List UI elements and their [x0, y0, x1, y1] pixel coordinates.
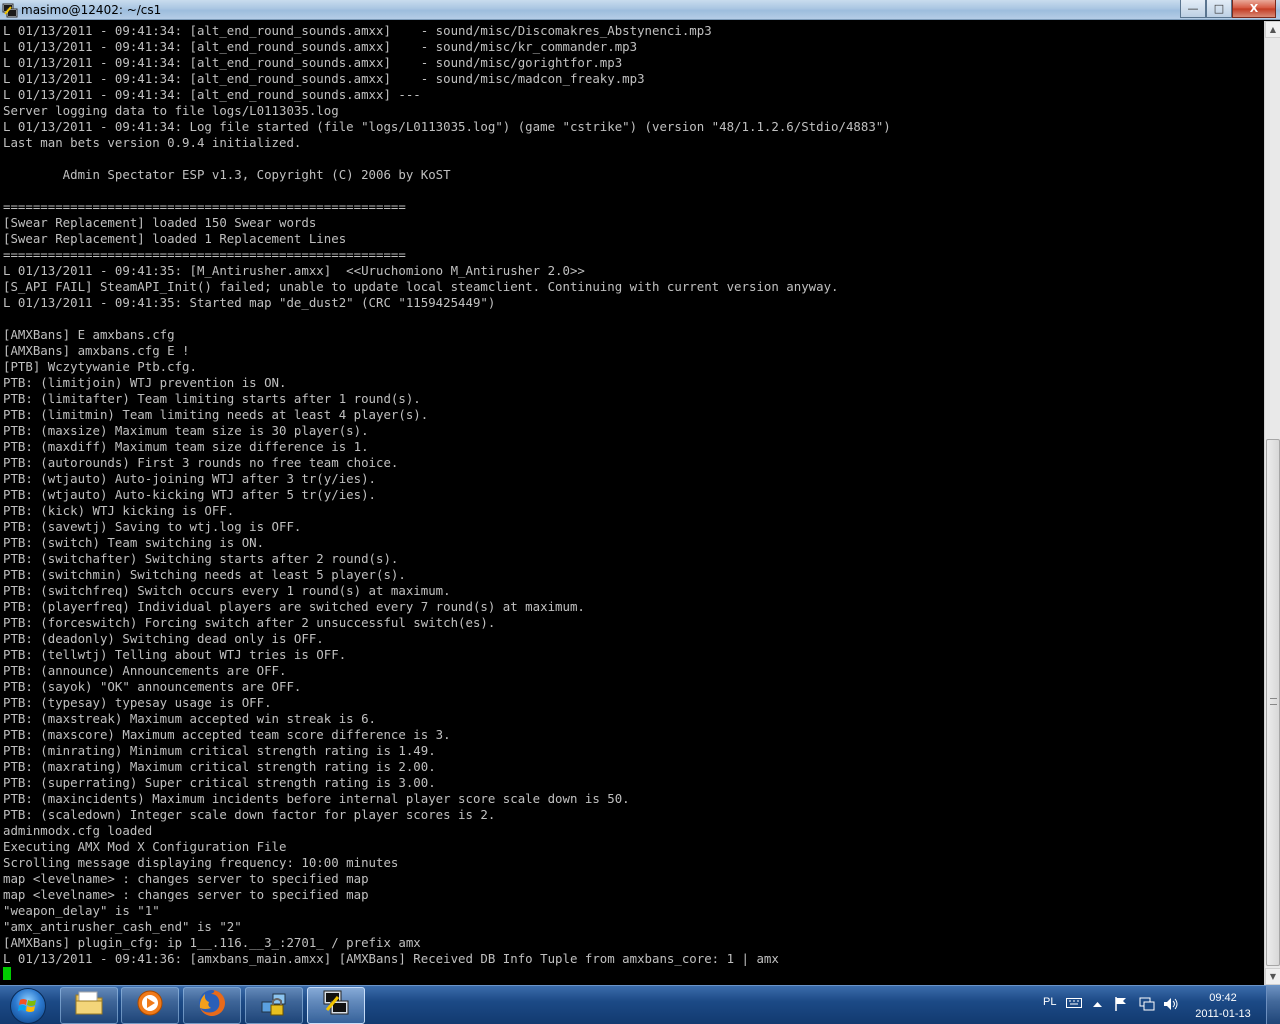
terminal-line: "weapon_delay" is "1"	[3, 903, 160, 918]
terminal-line: PTB: (savewtj) Saving to wtj.log is OFF.	[3, 519, 302, 534]
start-button[interactable]	[2, 987, 54, 1024]
terminal-line: PTB: (deadonly) Switching dead only is O…	[3, 631, 324, 646]
terminal-line: Executing AMX Mod X Configuration File	[3, 839, 287, 854]
scroll-down-arrow-icon[interactable]: ▼	[1265, 968, 1280, 985]
terminal-line: Server logging data to file logs/L011303…	[3, 103, 339, 118]
close-button[interactable]: X	[1232, 0, 1276, 18]
keyboard-icon[interactable]	[1066, 997, 1082, 1012]
terminal-line: L 01/13/2011 - 09:41:34: [alt_end_round_…	[3, 23, 712, 38]
terminal-line: "amx_antirusher_cash_end" is "2"	[3, 919, 242, 934]
terminal-line: L 01/13/2011 - 09:41:34: Log file starte…	[3, 119, 891, 134]
volume-icon[interactable]	[1163, 996, 1179, 1015]
taskbar-media-player-button[interactable]	[121, 987, 179, 1024]
clock-time: 09:42	[1209, 992, 1237, 1004]
scrollbar-thumb[interactable]	[1266, 439, 1280, 966]
terminal-line: Scrolling message displaying frequency: …	[3, 855, 399, 870]
terminal-line: PTB: (autorounds) First 3 rounds no free…	[3, 455, 399, 470]
terminal-line: ========================================…	[3, 199, 406, 214]
terminal-line: [S_API FAIL] SteamAPI_Init() failed; una…	[3, 279, 839, 294]
terminal-line: adminmodx.cfg loaded	[3, 823, 153, 838]
taskbar: PL 09:42 2011-01-13	[0, 985, 1280, 1024]
putty-icon[interactable]	[2, 2, 18, 18]
terminal-line: [PTB] Wczytywanie Ptb.cfg.	[3, 359, 197, 374]
maximize-button[interactable]: □	[1206, 0, 1232, 18]
terminal-line: PTB: (typesay) typesay usage is OFF.	[3, 695, 272, 710]
terminal-line: L 01/13/2011 - 09:41:34: [alt_end_round_…	[3, 71, 645, 86]
terminal-line: L 01/13/2011 - 09:41:35: Started map "de…	[3, 295, 496, 310]
terminal-line: [Swear Replacement] loaded 1 Replacement…	[3, 231, 347, 246]
terminal-line: map <levelname> : changes server to spec…	[3, 887, 369, 902]
terminal-line: PTB: (switchafter) Switching starts afte…	[3, 551, 399, 566]
window-title-bar[interactable]: masimo@12402: ~/cs1 — □ X	[0, 0, 1280, 20]
terminal-line: PTB: (maxrating) Maximum critical streng…	[3, 759, 436, 774]
show-desktop-button[interactable]	[1266, 986, 1280, 1024]
terminal-line: [AMXBans] plugin_cfg: ip 1__.116.__3_:27…	[3, 935, 421, 950]
clock-date: 2011-01-13	[1195, 1008, 1251, 1020]
minimize-button[interactable]: —	[1180, 0, 1206, 18]
terminal-line: ========================================…	[3, 247, 406, 262]
system-clock[interactable]: 09:42 2011-01-13	[1188, 990, 1258, 1022]
terminal-line: PTB: (minrating) Minimum critical streng…	[3, 743, 436, 758]
terminal-line: PTB: (tellwtj) Telling about WTJ tries i…	[3, 647, 347, 662]
terminal-line: PTB: (maxscore) Maximum accepted team sc…	[3, 727, 451, 742]
window-controls: — □ X	[1180, 0, 1276, 18]
media-player-icon	[136, 989, 164, 1022]
terminal-line: L 01/13/2011 - 09:41:34: [alt_end_round_…	[3, 55, 623, 70]
terminal-line: [AMXBans] E amxbans.cfg	[3, 327, 175, 342]
terminal-line: PTB: (limitjoin) WTJ prevention is ON.	[3, 375, 287, 390]
terminal-cursor	[3, 967, 11, 980]
terminal-line: PTB: (announce) Announcements are OFF.	[3, 663, 287, 678]
terminal-line: PTB: (limitmin) Team limiting needs at l…	[3, 407, 429, 422]
terminal-line: PTB: (maxstreak) Maximum accepted win st…	[3, 711, 376, 726]
taskbar-network-tool-button[interactable]	[245, 987, 303, 1024]
terminal-line: L 01/13/2011 - 09:41:36: [amxbans_main.a…	[3, 951, 779, 966]
terminal-line: PTB: (kick) WTJ kicking is OFF.	[3, 503, 235, 518]
terminal-line: PTB: (limitafter) Team limiting starts a…	[3, 391, 421, 406]
scroll-up-arrow-icon[interactable]: ▲	[1265, 21, 1280, 38]
terminal-line: L 01/13/2011 - 09:41:34: [alt_end_round_…	[3, 87, 421, 102]
terminal-line: PTB: (switchmin) Switching needs at leas…	[3, 567, 406, 582]
firefox-icon	[197, 988, 227, 1023]
terminal-line: [AMXBans] amxbans.cfg E !	[3, 343, 190, 358]
folder-icon	[74, 989, 104, 1022]
lock-network-icon	[259, 988, 289, 1023]
terminal-line: PTB: (superrating) Super critical streng…	[3, 775, 436, 790]
terminal-line: PTB: (switch) Team switching is ON.	[3, 535, 265, 550]
terminal-line: map <levelname> : changes server to spec…	[3, 871, 369, 886]
network-icon[interactable]	[1139, 996, 1155, 1015]
terminal-line: Admin Spectator ESP v1.3, Copyright (C) …	[3, 167, 451, 182]
taskbar-firefox-button[interactable]	[183, 987, 241, 1024]
terminal-line: PTB: (forceswitch) Forcing switch after …	[3, 615, 496, 630]
terminal-output[interactable]: L 01/13/2011 - 09:41:34: [alt_end_round_…	[0, 21, 1264, 985]
terminal-line: PTB: (maxincidents) Maximum incidents be…	[3, 791, 630, 806]
windows-logo-icon	[10, 987, 46, 1024]
taskbar-explorer-button[interactable]	[60, 987, 118, 1024]
terminal-line: PTB: (switchfreq) Switch occurs every 1 …	[3, 583, 451, 598]
terminal-line: PTB: (sayok) "OK" announcements are OFF.	[3, 679, 302, 694]
action-center-flag-icon[interactable]	[1114, 996, 1128, 1015]
terminal-line: Last man bets version 0.9.4 initialized.	[3, 135, 302, 150]
putty-icon	[321, 988, 351, 1023]
terminal-line: [Swear Replacement] loaded 150 Swear wor…	[3, 215, 317, 230]
window-title: masimo@12402: ~/cs1	[21, 3, 162, 17]
language-indicator[interactable]: PL	[1043, 996, 1056, 1008]
terminal-line: PTB: (maxdiff) Maximum team size differe…	[3, 439, 369, 454]
terminal-line: PTB: (wtjauto) Auto-kicking WTJ after 5 …	[3, 487, 376, 502]
scrollbar-grip-icon	[1270, 698, 1277, 705]
terminal-line: PTB: (maxsize) Maximum team size is 30 p…	[3, 423, 369, 438]
terminal-line: L 01/13/2011 - 09:41:34: [alt_end_round_…	[3, 39, 638, 54]
terminal-line: PTB: (scaledown) Integer scale down fact…	[3, 807, 496, 822]
terminal-lines: L 01/13/2011 - 09:41:34: [alt_end_round_…	[3, 23, 891, 967]
terminal-line: PTB: (playerfreq) Individual players are…	[3, 599, 585, 614]
terminal-line: PTB: (wtjauto) Auto-joining WTJ after 3 …	[3, 471, 376, 486]
taskbar-putty-button[interactable]	[307, 987, 365, 1024]
vertical-scrollbar[interactable]: ▲ ▼	[1264, 21, 1280, 985]
show-hidden-icons-icon[interactable]	[1093, 999, 1102, 1011]
terminal-line: L 01/13/2011 - 09:41:35: [M_Antirusher.a…	[3, 263, 585, 278]
